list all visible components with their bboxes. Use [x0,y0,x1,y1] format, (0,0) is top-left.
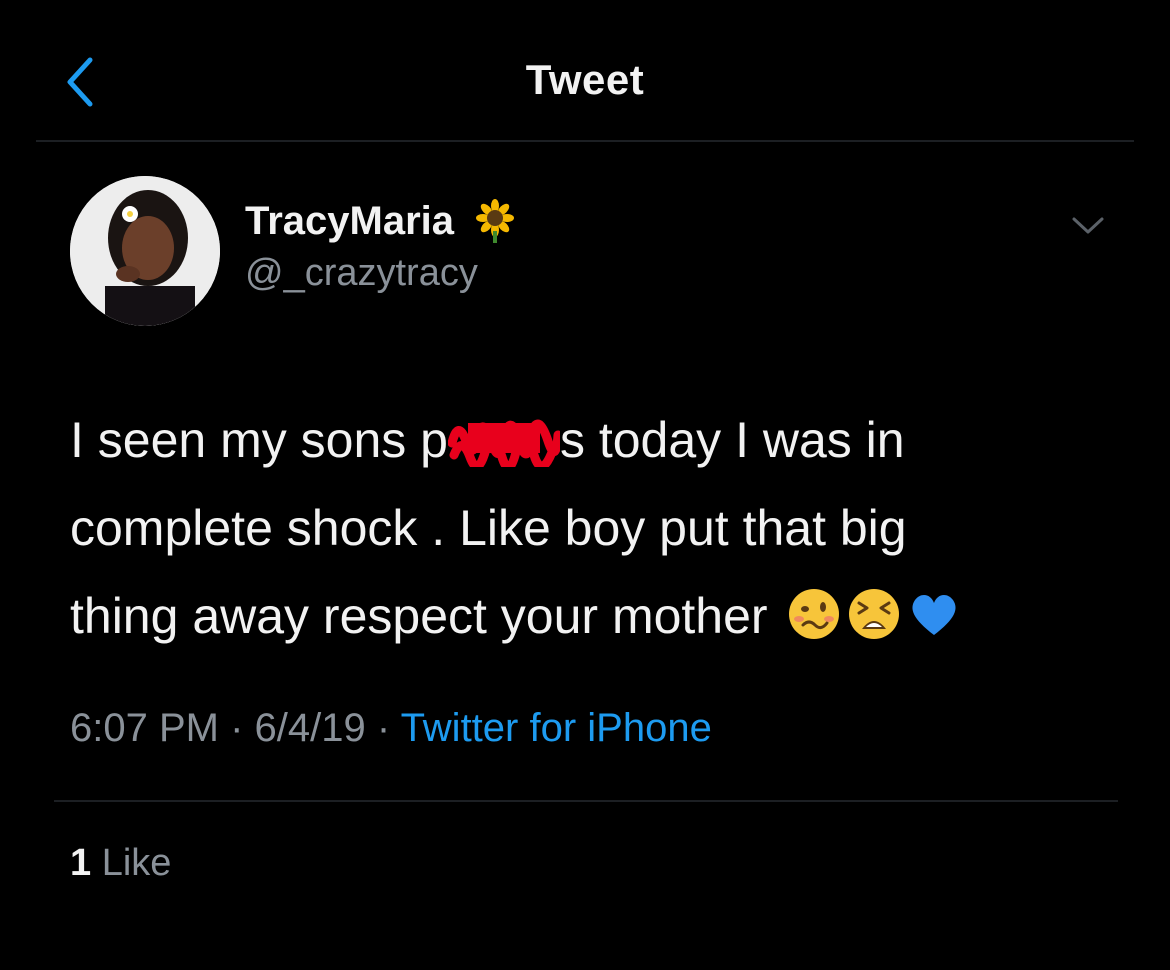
display-name[interactable]: TracyMaria [245,199,454,244]
tweet-date: 6/4/19 [254,706,366,750]
tweet-menu-button[interactable] [1070,214,1106,238]
display-name-row: TracyMaria [245,196,518,246]
blue-heart-emoji [912,594,957,635]
woozy-face-emoji [789,589,840,639]
chevron-down-icon [1072,217,1104,234]
tweet-line-3: thing away respect your mother [70,572,1120,660]
likes-count-button[interactable]: 1 Like [70,842,171,885]
meta-separator: · [218,706,255,750]
tweet-text-segment: s today I was in [559,412,905,468]
sunflower-emoji [476,199,515,243]
top-bar: Tweet [0,0,1170,142]
redaction-scribble [447,406,563,472]
tired-face-emoji [849,589,900,639]
stats-divider [54,800,1118,802]
header-divider [36,140,1134,142]
page-title: Tweet [525,56,645,103]
like-label: Like [101,842,172,884]
tweet-line-2: complete shock . Like boy put that big [70,500,907,556]
avatar[interactable] [70,176,220,326]
tweet-text-segment: I seen my sons p [70,412,448,468]
user-handle[interactable]: @_crazytracy [245,252,478,295]
meta-separator: · [365,706,401,750]
avatar-photo [70,176,220,326]
tweet-line-1: I seen my sons p s today I was in [70,396,1120,484]
tweet-source-link[interactable]: Twitter for iPhone [401,706,712,750]
tweet-body: I seen my sons p s today I was in comple… [70,396,1120,660]
tweet-text-segment: thing away respect your mother [70,588,768,644]
tweet-time: 6:07 PM [70,706,219,750]
tweet-meta: 6:07 PM · 6/4/19 · Twitter for iPhone [70,706,712,751]
like-count: 1 [70,842,92,884]
